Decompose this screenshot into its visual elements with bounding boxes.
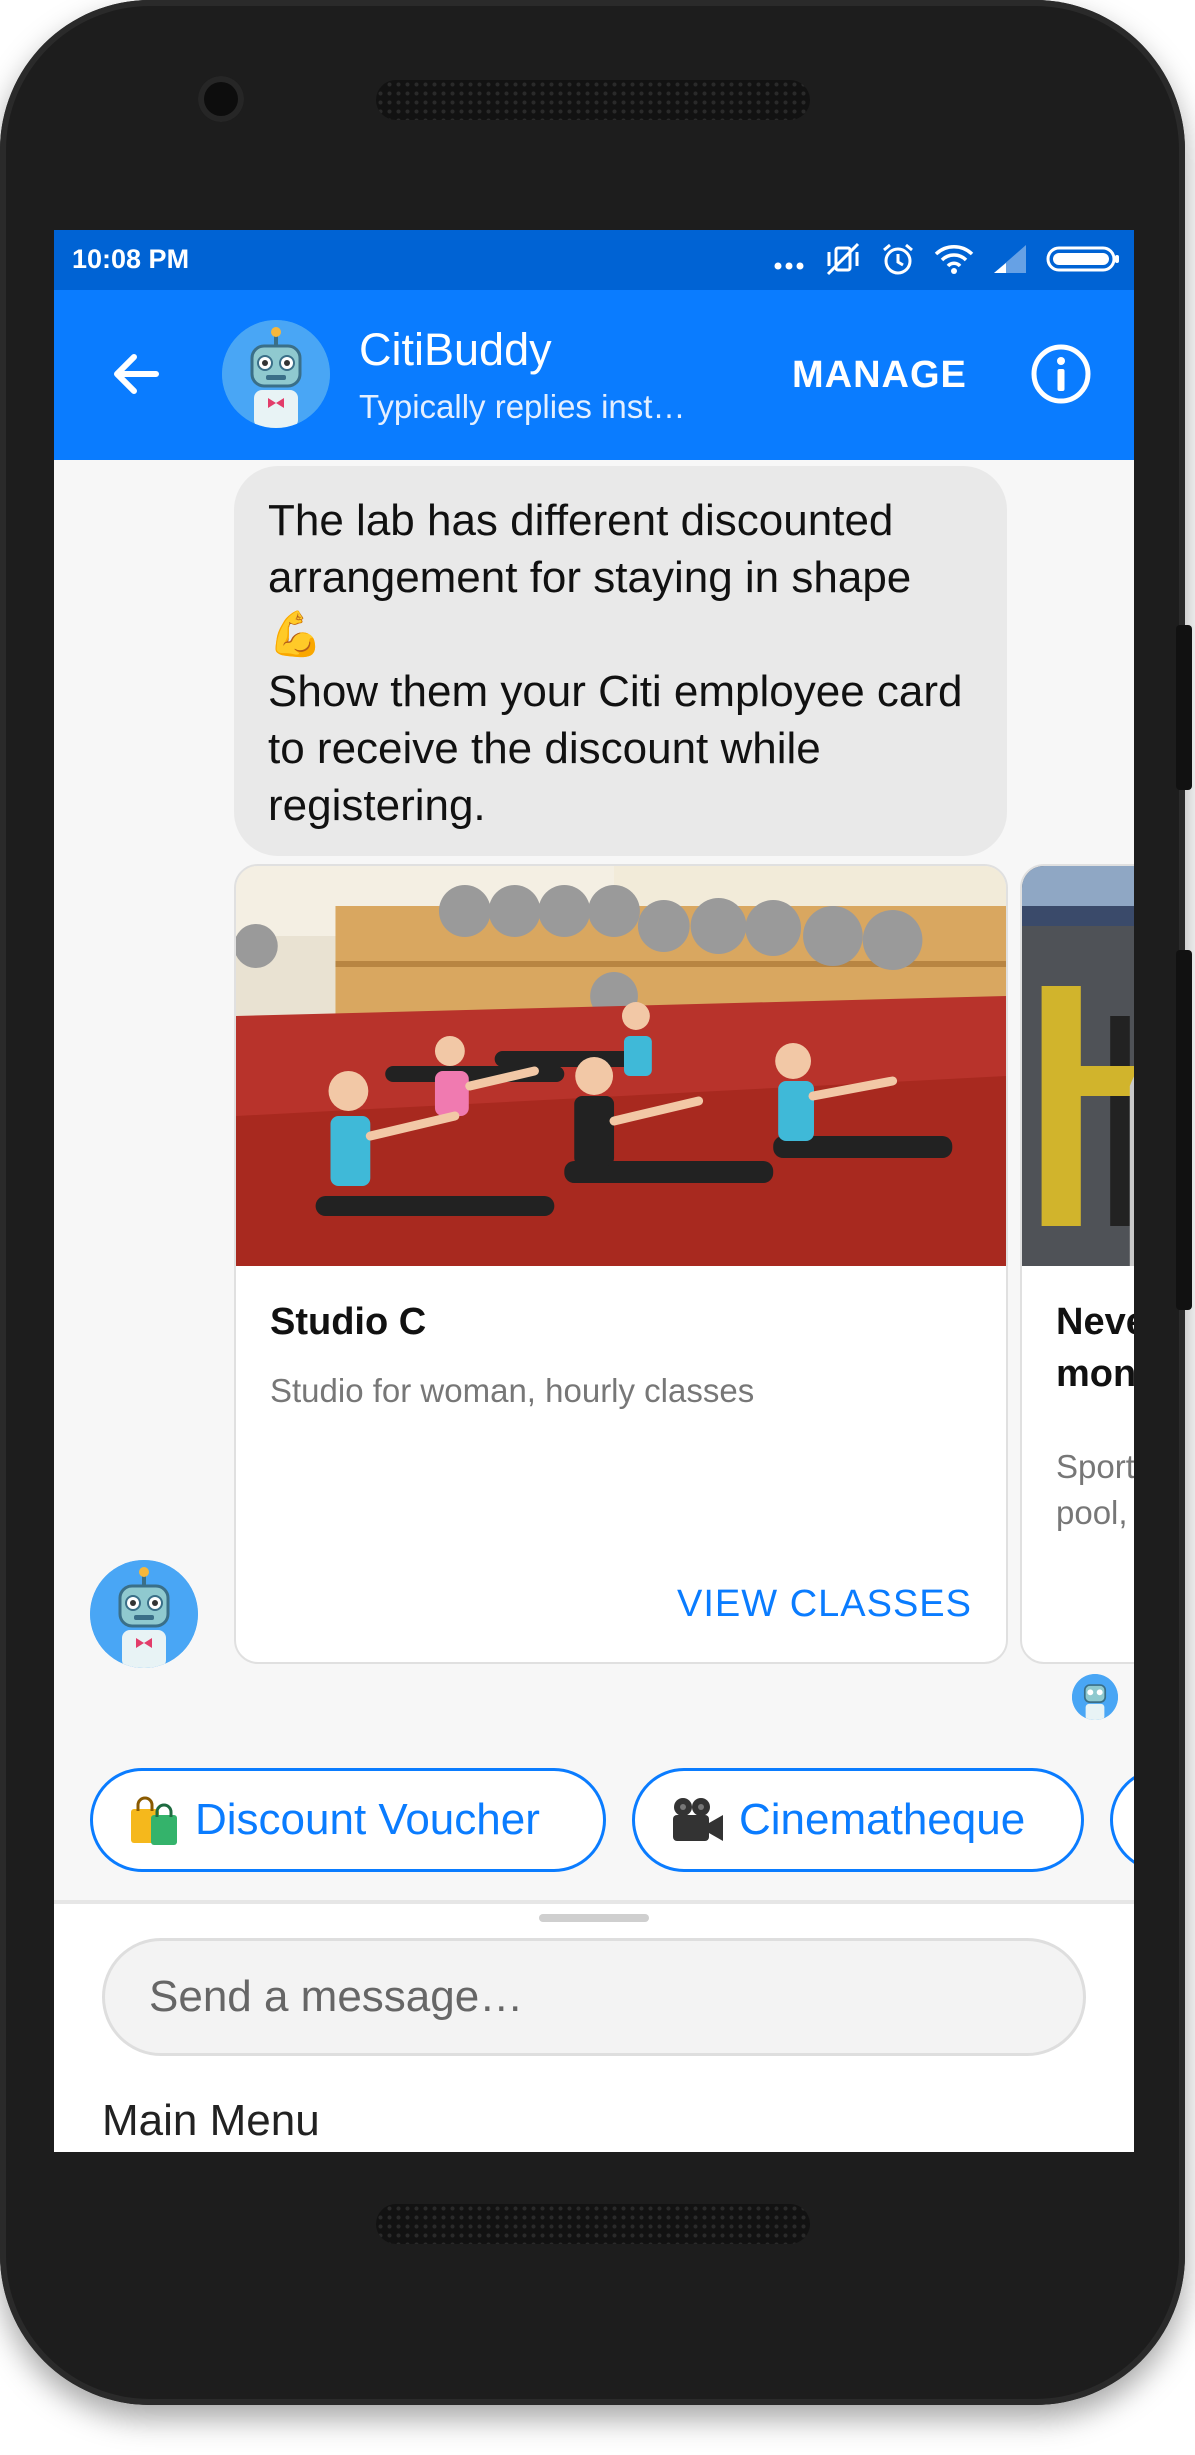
robot-icon [222,320,330,428]
shopping-bags-icon [127,1793,181,1847]
quick-reply-more[interactable] [1110,1768,1134,1872]
robot-icon [1072,1674,1118,1720]
front-camera [198,76,244,122]
quick-reply-label: Cinematheque [739,1795,1026,1844]
message-bubble: The lab has different discounted arrange… [234,466,1007,856]
vibrate-off-icon [826,242,860,276]
card-subtitle: Sport pool, [1056,1448,1134,1531]
signal-icon [994,245,1026,273]
wifi-icon [934,245,974,274]
robot-icon [90,1560,198,1668]
quick-reply-label: Discount Voucher [195,1795,540,1844]
volume-button [1176,950,1192,1310]
manage-button[interactable]: MANAGE [792,354,967,397]
card-subtitle: Studio for woman, hourly classes [270,1372,755,1409]
composer: Main Menu [54,1904,1134,2152]
quick-reply-cinematheque[interactable]: Cinematheque [632,1768,1084,1872]
gym-equipment-image [1022,866,1134,1266]
info-icon[interactable] [1029,342,1093,406]
alarm-icon [883,243,913,275]
top-speaker [376,80,810,120]
main-menu-label[interactable]: Main Menu [102,2096,320,2146]
status-bar: 10:08 PM [54,230,1134,290]
bot-avatar [90,1560,198,1668]
quick-replies: Discount Voucher Cinematheque [90,1768,1134,1878]
phone-frame: 10:08 PM CitiBuddy Typically replies ins… [0,0,1192,2405]
status-time: 10:08 PM [72,244,190,274]
view-classes-button[interactable]: VIEW CLASSES [677,1583,972,1626]
power-button [1176,625,1192,790]
read-receipt-avatar [1072,1674,1118,1720]
bot-avatar[interactable] [222,320,330,428]
screen: 10:08 PM CitiBuddy Typically replies ins… [54,230,1134,2152]
card-title: Neve mon [1056,1301,1134,1395]
back-arrow-icon[interactable] [104,342,168,406]
carousel-card[interactable]: Neve mon Sport pool, [1020,864,1134,1664]
conversation-subtitle: Typically replies inst… [359,388,686,425]
conversation-header: CitiBuddy Typically replies inst… MANAGE [54,290,1134,460]
status-icons [772,240,1120,278]
quick-reply-discount-voucher[interactable]: Discount Voucher [90,1768,606,1872]
conversation-title: CitiBuddy [359,324,552,375]
carousel-card[interactable]: Studio C Studio for woman, hourly classe… [234,864,1008,1664]
battery-icon [1046,246,1119,272]
more-icon [774,262,804,270]
message-input[interactable] [102,1938,1086,2056]
drag-handle[interactable] [539,1914,649,1922]
gym-class-image [236,866,1006,1266]
card-title: Studio C [270,1301,427,1343]
movie-camera-icon [669,1795,725,1845]
bottom-speaker [376,2204,810,2244]
